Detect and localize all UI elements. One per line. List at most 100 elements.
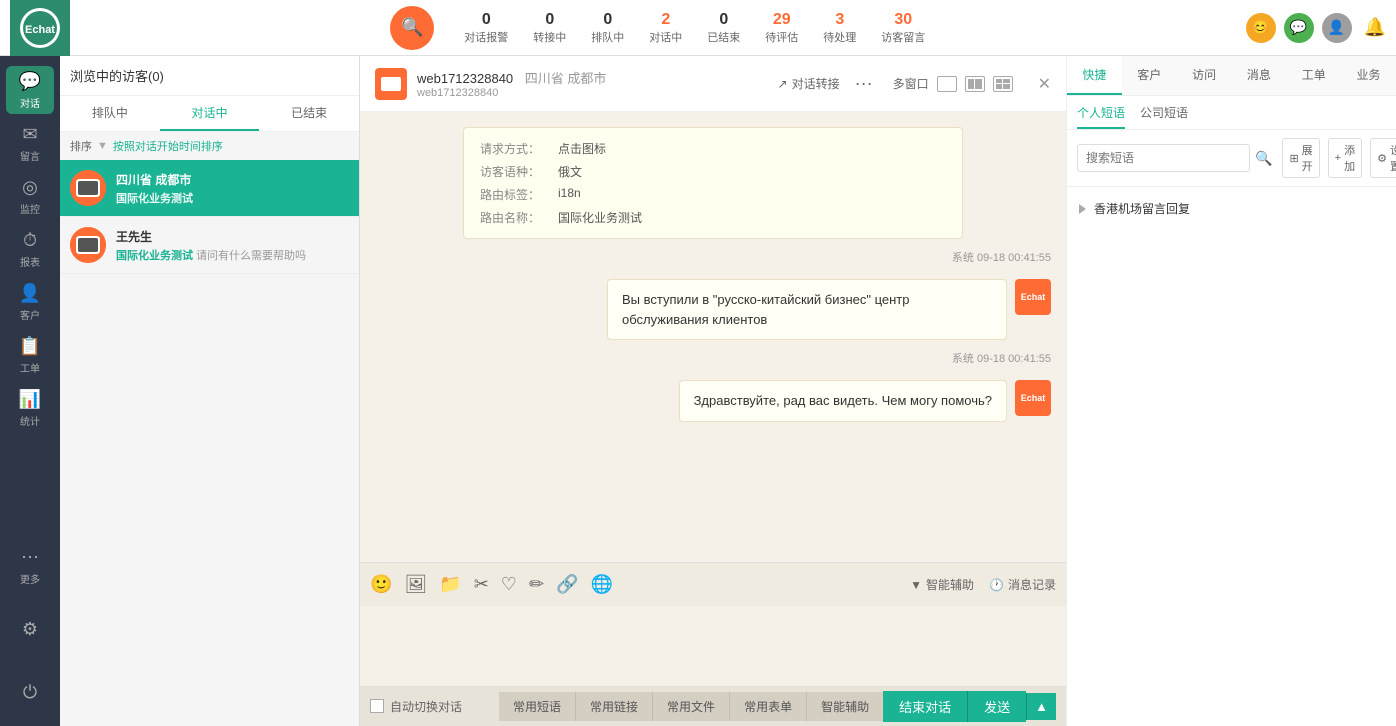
sidebar-item-report[interactable]: ⏱ 报表: [6, 225, 54, 273]
end-conversation-btn[interactable]: 结束对话: [883, 691, 967, 722]
notification-bell[interactable]: 🔔: [1364, 17, 1386, 38]
sidebar-item-monitor[interactable]: ◎ 监控: [6, 172, 54, 220]
stat-label: 访客留言: [881, 29, 925, 45]
right-tab-message[interactable]: 消息: [1231, 56, 1286, 95]
quick-item-0[interactable]: 香港机场留言回复: [1067, 192, 1396, 225]
info-value-0: 点击图标: [558, 140, 606, 157]
agent-avatar-1: Echat: [1015, 380, 1051, 416]
quick-list: 香港机场留言回复: [1067, 187, 1396, 726]
sidebar-monitor-label: 监控: [20, 201, 40, 216]
tab-queuing[interactable]: 排队中: [60, 96, 160, 131]
chat-icon: 💬: [19, 71, 41, 92]
quick-subtab-company[interactable]: 公司短语: [1140, 104, 1188, 129]
customer-icon: 👤: [19, 283, 41, 304]
quick-tab-links[interactable]: 常用链接: [576, 692, 653, 721]
conv-sort[interactable]: 排序 ▼ 按照对话开始时间排序: [60, 132, 359, 160]
conv-sub-text-1: 请问有什么需要帮助吗: [196, 250, 306, 262]
conv-item-1[interactable]: 王先生 国际化业务测试 请问有什么需要帮助吗: [60, 217, 359, 274]
avatar-wechat[interactable]: 💬: [1284, 13, 1314, 43]
agent-logo-0: Echat: [1021, 292, 1046, 303]
chat-header-actions: ↗ 对话转接 ···: [778, 73, 873, 94]
right-tab-visit[interactable]: 访问: [1177, 56, 1232, 95]
quick-subtab-personal[interactable]: 个人短语: [1077, 104, 1125, 129]
stat-item[interactable]: 29待评估: [765, 11, 798, 45]
sidebar-item-stats[interactable]: 📊 统计: [6, 384, 54, 432]
quick-content: 个人短语 公司短语 🔍 ⊞ 展开 + 添加 ⚙: [1067, 96, 1396, 726]
stat-item[interactable]: 30访客留言: [881, 11, 925, 45]
chat-more-btn[interactable]: ···: [855, 73, 873, 94]
sidebar-item-logout[interactable]: ⏻: [6, 668, 54, 716]
conv-sub-1: 国际化业务测试 请问有什么需要帮助吗: [116, 247, 349, 263]
quick-tab-forms[interactable]: 常用表单: [730, 692, 807, 721]
sidebar-item-message[interactable]: ✉ 留言: [6, 119, 54, 167]
stat-item[interactable]: 2对话中: [649, 11, 682, 45]
window-multi-icon[interactable]: [993, 76, 1013, 92]
sidebar-item-more[interactable]: ⋯ 更多: [6, 542, 54, 590]
message-icon: ✉: [22, 124, 37, 145]
right-tab-quick[interactable]: 快捷: [1067, 56, 1122, 95]
scissors-btn[interactable]: ✂: [474, 574, 489, 595]
settings-icon: ⚙: [22, 619, 38, 640]
stat-item[interactable]: 0排队中: [591, 11, 624, 45]
transfer-arrow-icon: ↗: [778, 77, 788, 91]
quick-tab-files[interactable]: 常用文件: [653, 692, 730, 721]
send-btn[interactable]: 发送: [967, 691, 1026, 722]
conv-item-0[interactable]: 四川省 成都市 国际化业务测试: [60, 160, 359, 217]
chat-header-info: web1712328840 四川省 成都市 web1712328840: [417, 68, 768, 99]
stat-item[interactable]: 0对话报警: [464, 11, 508, 45]
info-label-1: 访客语种：: [480, 163, 550, 180]
expand-label: 展开: [1302, 142, 1313, 174]
right-tab-ticket[interactable]: 工单: [1286, 56, 1341, 95]
quick-search-input[interactable]: [1077, 144, 1250, 172]
avatar-yellow[interactable]: 😊: [1246, 13, 1276, 43]
window-split-icon[interactable]: [965, 76, 985, 92]
add-btn[interactable]: + 添加: [1328, 138, 1362, 178]
globe-btn[interactable]: 🌐: [590, 574, 612, 595]
quick-subtabs: 个人短语 公司短语: [1067, 96, 1396, 130]
msg-history-btn[interactable]: 🕐 消息记录: [989, 576, 1056, 593]
msg-time-text-1: 系统 09-18 00:41:55: [952, 353, 1051, 365]
info-row-1: 访客语种： 俄文: [480, 163, 946, 180]
stat-num: 30: [894, 11, 912, 29]
sidebar-chat-label: 对话: [20, 95, 40, 110]
send-arrow-btn[interactable]: ▲: [1026, 693, 1056, 720]
auto-switch-checkbox[interactable]: [370, 699, 384, 713]
stat-num: 29: [773, 11, 791, 29]
agent-logo-1: Echat: [1021, 393, 1046, 404]
stat-item[interactable]: 0转接中: [533, 11, 566, 45]
close-btn[interactable]: ✕: [1038, 74, 1051, 94]
tab-active[interactable]: 对话中: [160, 96, 260, 131]
emoji-btn[interactable]: 🙂: [370, 574, 392, 595]
quick-tab-ai[interactable]: 智能辅助: [807, 692, 883, 721]
quick-tab-phrases[interactable]: 常用短语: [499, 692, 576, 721]
sidebar-item-settings[interactable]: ⚙: [6, 605, 54, 653]
sidebar-item-chat[interactable]: 💬 对话: [6, 66, 54, 114]
chat-input[interactable]: [375, 616, 1051, 676]
heart-btn[interactable]: ♡: [501, 574, 517, 595]
image-btn[interactable]: 🖼: [404, 574, 427, 595]
info-row-2: 路由标签： i18n: [480, 186, 946, 203]
window-single-icon[interactable]: [937, 76, 957, 92]
link-btn[interactable]: 🔗: [556, 574, 578, 595]
stat-item[interactable]: 0已结束: [707, 11, 740, 45]
sidebar-more-label: 更多: [20, 571, 40, 586]
stats-container: 0对话报警 0转接中 0排队中 2对话中 0已结束 29待评估 3待处理 30访客留言: [464, 11, 925, 45]
conv-tabs: 排队中 对话中 已结束: [60, 96, 359, 132]
search-btn[interactable]: 🔍: [390, 6, 434, 50]
smart-assist-arrow-icon: ▼: [910, 578, 922, 592]
edit-btn[interactable]: ✏: [529, 574, 544, 595]
tab-ended[interactable]: 已结束: [259, 96, 359, 131]
avatar-user[interactable]: 👤: [1322, 13, 1352, 43]
right-tab-customer[interactable]: 客户: [1122, 56, 1177, 95]
sidebar-item-ticket[interactable]: 📋 工单: [6, 331, 54, 379]
folder-btn[interactable]: 📁: [439, 574, 461, 595]
transfer-btn[interactable]: ↗ 对话转接: [778, 75, 840, 92]
expand-btn[interactable]: ⊞ 展开: [1282, 138, 1319, 178]
sidebar-item-customer[interactable]: 👤 客户: [6, 278, 54, 326]
history-clock-icon: 🕐: [989, 578, 1004, 592]
settings-btn[interactable]: ⚙ 设置: [1370, 138, 1396, 178]
settings-label: 设置: [1390, 142, 1396, 174]
right-tab-business[interactable]: 业务: [1341, 56, 1396, 95]
stat-item[interactable]: 3待处理: [823, 11, 856, 45]
smart-assist-btn[interactable]: ▼ 智能辅助: [910, 576, 974, 593]
